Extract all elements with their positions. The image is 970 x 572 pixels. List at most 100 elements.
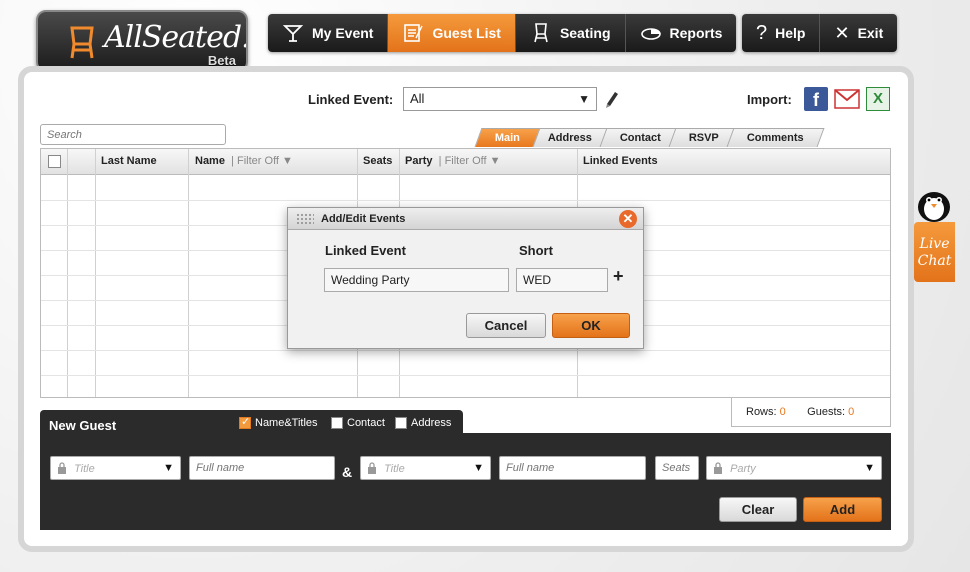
title-select-1[interactable]: Title ▼	[50, 456, 181, 480]
search-input[interactable]	[40, 124, 226, 145]
lock-icon	[368, 462, 376, 474]
guests-label: Guests:	[807, 406, 846, 418]
party-filter-label: Filter Off	[444, 155, 487, 167]
grid-tabs: Main Address Contact RSVP Comments	[474, 128, 825, 147]
party-select[interactable]: Party ▼	[706, 456, 882, 480]
party-filter[interactable]: | Filter Off ▼	[436, 155, 501, 167]
add-button[interactable]: Add	[803, 497, 882, 522]
linked-event-field-label: Linked Event	[325, 243, 406, 258]
short-code-input[interactable]: WED	[516, 268, 608, 292]
edit-pencil-icon[interactable]	[603, 88, 621, 110]
nav-my-event-label: My Event	[312, 25, 374, 41]
short-field-label: Short	[519, 243, 553, 258]
name-filter[interactable]: | Filter Off ▼	[228, 155, 293, 167]
col-divider	[67, 149, 68, 397]
option-name-titles[interactable]: Name&Titles	[239, 415, 318, 429]
facebook-icon[interactable]: f	[804, 87, 828, 111]
close-icon[interactable]: ✕	[619, 210, 637, 228]
nav-seating[interactable]: Seating	[515, 14, 626, 52]
linked-event-label: Linked Event:	[308, 92, 394, 107]
name-titles-checkbox[interactable]	[239, 415, 251, 429]
name-titles-label: Name&Titles	[255, 417, 318, 429]
full-name-input-2[interactable]	[499, 456, 646, 480]
dialog-title: Add/Edit Events	[321, 213, 406, 225]
option-contact[interactable]: Contact	[331, 417, 385, 429]
rows-label: Rows:	[746, 406, 777, 418]
contact-checkbox[interactable]	[331, 417, 343, 429]
header-last-name[interactable]: Last Name	[101, 155, 157, 167]
app-logo[interactable]: AllSeated. Beta	[36, 10, 248, 72]
contact-label: Contact	[347, 417, 385, 429]
grid-summary: Rows: 0 Guests: 0	[731, 398, 891, 427]
live-chat-line2: Chat	[917, 253, 952, 269]
seats-input[interactable]	[655, 456, 699, 480]
tab-main-label: Main	[494, 132, 520, 144]
full-name-input-1[interactable]	[189, 456, 335, 480]
cocktail-icon	[282, 25, 304, 42]
add-row-plus-icon[interactable]: +	[613, 266, 624, 287]
dropdown-arrow-icon: ▼	[864, 462, 875, 474]
question-icon: ?	[756, 21, 768, 44]
chair-logo-icon	[70, 26, 94, 59]
nav-guest-list[interactable]: Guest List	[388, 14, 516, 52]
title-2-placeholder: Title	[384, 463, 405, 475]
col-divider	[95, 149, 96, 397]
clear-button[interactable]: Clear	[719, 497, 797, 522]
tab-contact-label: Contact	[619, 132, 661, 144]
lock-icon	[58, 462, 66, 474]
rows-value: 0	[779, 406, 786, 418]
dropdown-arrow-icon: ▼	[578, 92, 590, 106]
help-button[interactable]: ? Help	[742, 14, 821, 52]
dropdown-arrow-icon: ▼	[473, 462, 484, 474]
ok-button[interactable]: OK	[552, 313, 630, 338]
cancel-button[interactable]: Cancel	[466, 313, 546, 338]
nav-reports[interactable]: Reports	[625, 14, 737, 52]
party-placeholder: Party	[730, 463, 756, 475]
tab-comments[interactable]: Comments	[726, 128, 825, 147]
header-party-label: Party	[405, 155, 433, 167]
list-icon	[404, 24, 424, 42]
ampersand: &	[342, 464, 353, 480]
exit-label: Exit	[857, 25, 884, 41]
drag-grip-icon[interactable]	[296, 213, 314, 225]
grid-header: Last Name Name | Filter Off ▼ Seats Part…	[41, 149, 890, 175]
tab-rsvp-label: RSVP	[688, 132, 719, 144]
pie-chart-icon	[640, 28, 661, 40]
live-chat-line1: Live	[919, 236, 950, 252]
add-edit-events-dialog: Add/Edit Events ✕ Linked Event Short Wed…	[287, 207, 644, 349]
exit-button[interactable]: ✕ Exit	[820, 14, 898, 52]
close-icon: ✕	[834, 22, 850, 43]
live-chat-button[interactable]: Live Chat	[914, 222, 955, 282]
header-seats[interactable]: Seats	[363, 155, 392, 167]
linked-event-name-input[interactable]: Wedding Party	[324, 268, 509, 292]
logo-text: AllSeated.	[104, 20, 248, 55]
linked-event-value: All	[410, 91, 425, 106]
name-filter-label: Filter Off	[237, 155, 279, 167]
excel-icon[interactable]: X	[866, 87, 890, 111]
address-checkbox[interactable]	[395, 417, 407, 429]
header-party[interactable]: Party | Filter Off ▼	[405, 155, 501, 167]
tab-address-label: Address	[547, 132, 592, 144]
select-all-checkbox[interactable]	[48, 155, 61, 168]
row-divider	[41, 375, 890, 376]
tab-main[interactable]: Main	[474, 128, 541, 147]
new-guest-title: New Guest	[49, 418, 117, 433]
guests-value: 0	[848, 406, 855, 418]
dropdown-arrow-icon: ▼	[163, 462, 174, 474]
nav-my-event[interactable]: My Event	[268, 14, 389, 52]
row-divider	[41, 350, 890, 351]
header-name-label: Name	[195, 155, 225, 167]
import-label: Import:	[747, 92, 792, 107]
header-name[interactable]: Name | Filter Off ▼	[195, 155, 293, 167]
gmail-icon[interactable]	[834, 88, 860, 110]
dialog-header[interactable]: Add/Edit Events ✕	[288, 208, 643, 230]
option-address[interactable]: Address	[395, 417, 451, 429]
title-1-placeholder: Title	[74, 463, 95, 475]
penguin-mascot-icon	[918, 192, 950, 222]
lock-icon	[714, 462, 722, 474]
title-select-2[interactable]: Title ▼	[360, 456, 491, 480]
nav-guest-list-label: Guest List	[432, 25, 501, 41]
linked-event-select[interactable]: All ▼	[403, 87, 597, 111]
address-label: Address	[411, 417, 452, 429]
header-linked-events[interactable]: Linked Events	[583, 155, 658, 167]
